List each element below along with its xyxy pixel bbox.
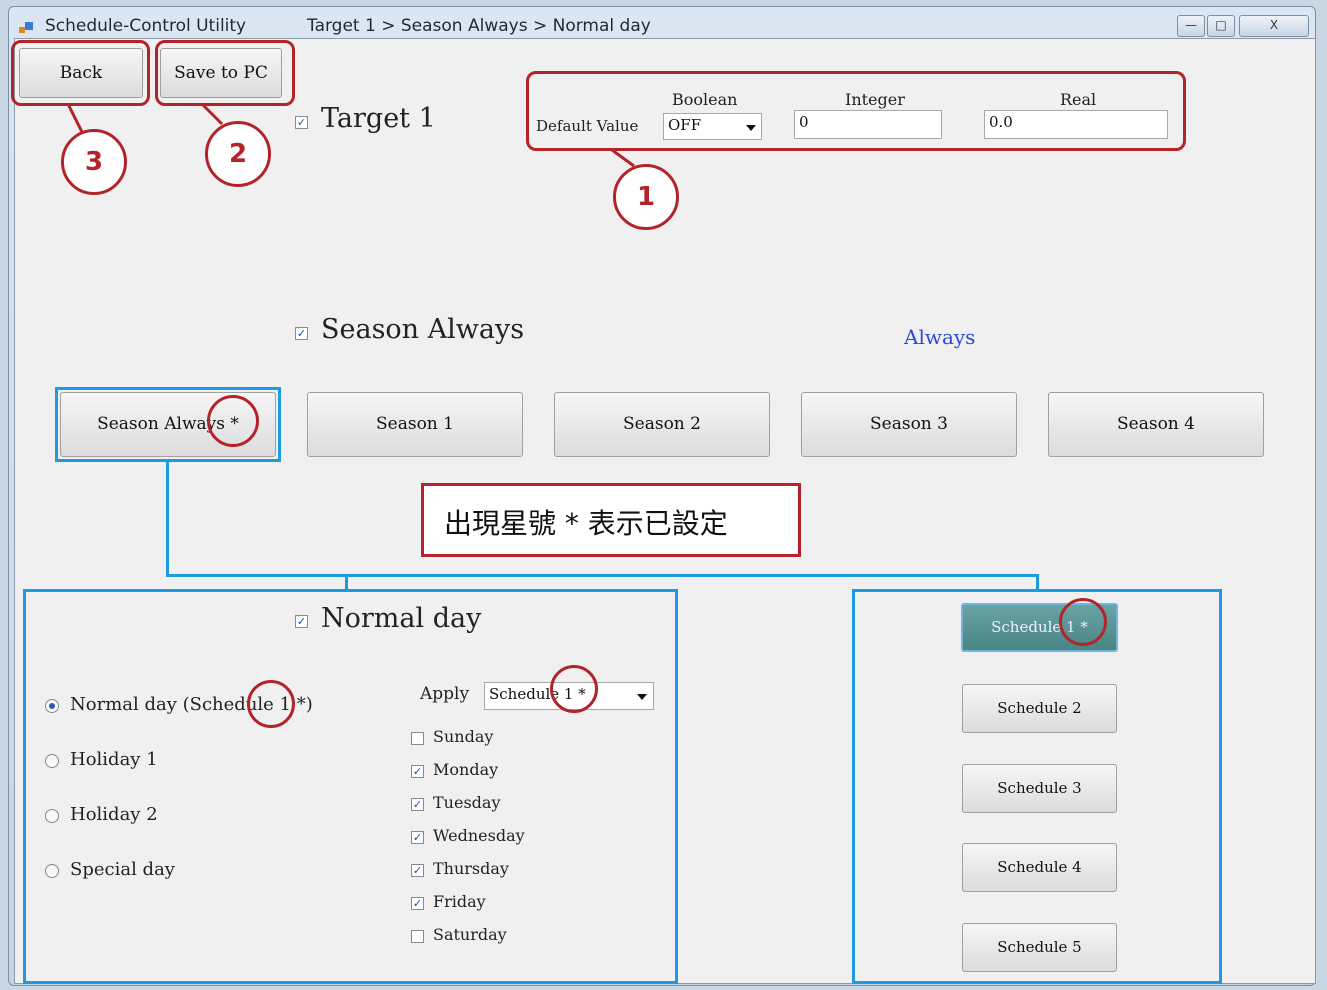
asterisk-highlight-schedule <box>1059 598 1107 646</box>
annotation-badge-1: 1 <box>613 164 679 230</box>
annotation-pointer-lines <box>66 102 635 168</box>
asterisk-highlight-season <box>207 395 259 447</box>
annotation-badge-2: 2 <box>205 121 271 187</box>
annotation-badge-3: 3 <box>61 129 127 195</box>
asterisk-highlight-radio <box>247 680 295 728</box>
asterisk-highlight-apply <box>550 665 598 713</box>
